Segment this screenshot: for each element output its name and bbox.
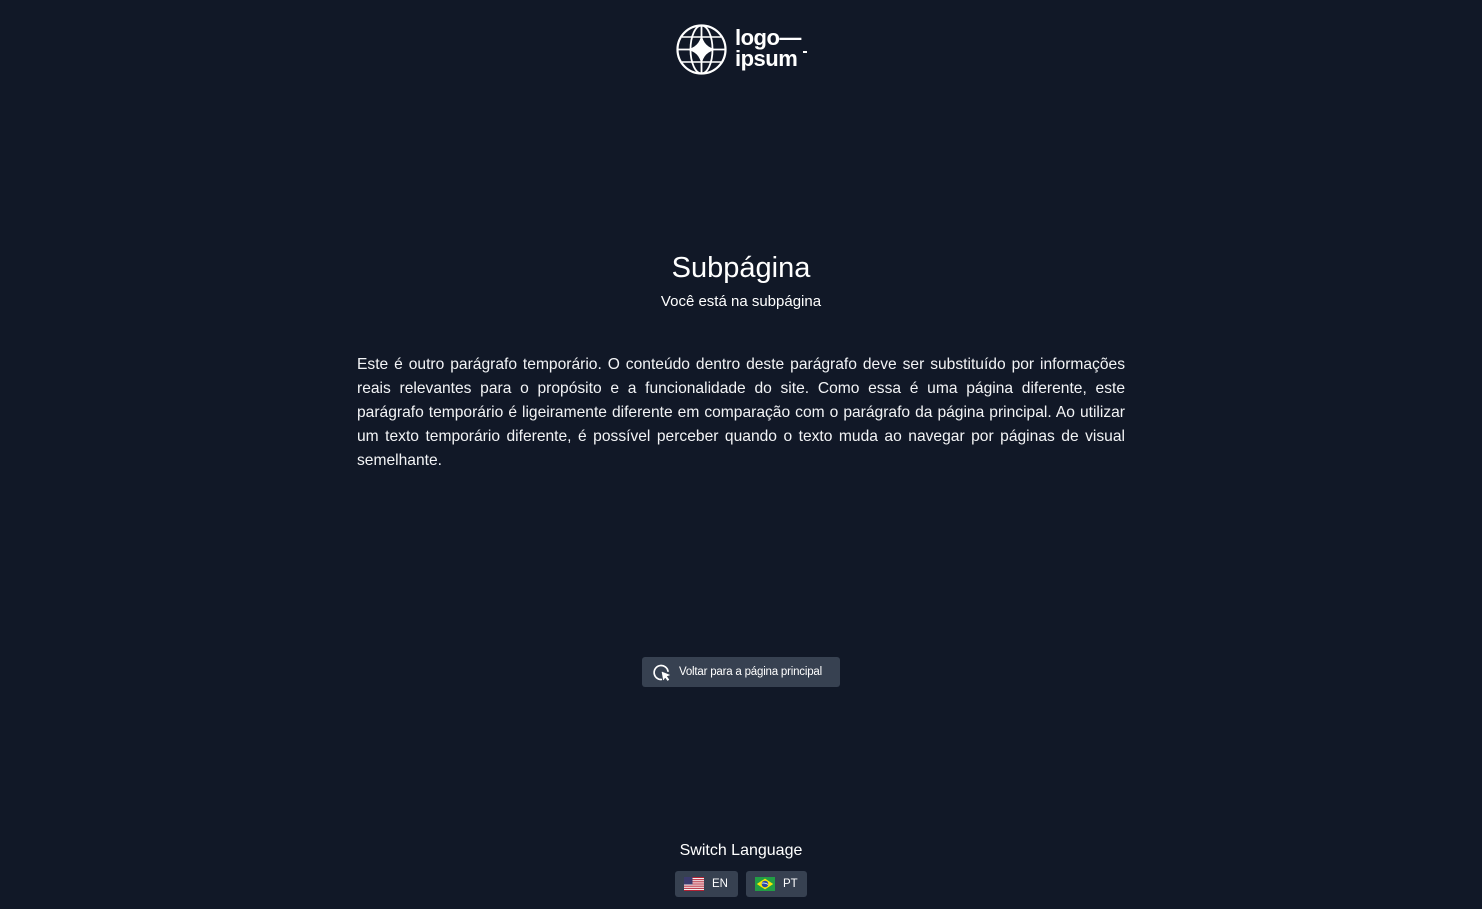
page: logo— ipsum Subpágina Você está na subpá… (0, 0, 1482, 909)
logo-line-2: ipsum (735, 46, 798, 71)
globe-star-icon (676, 23, 727, 75)
return-cursor-icon (652, 663, 671, 682)
logo[interactable]: logo— ipsum (676, 23, 807, 75)
logo-wordmark: logo— ipsum (735, 25, 807, 71)
back-button-label: Voltar para a página principal (679, 666, 822, 678)
language-button-en[interactable]: EN (675, 871, 738, 897)
logo-trademark-mark (802, 51, 807, 53)
page-title: Subpágina (671, 252, 811, 284)
body-paragraph: Este é outro parágrafo temporário. O con… (357, 356, 1125, 469)
language-button-pt[interactable]: PT (746, 871, 807, 897)
language-switcher: EN PT (675, 871, 807, 897)
us-flag-icon (684, 877, 704, 891)
language-code-pt: PT (783, 878, 798, 890)
brazil-flag-icon (755, 877, 775, 891)
logo-line-1: logo— (735, 25, 801, 50)
page-subtitle: Você está na subpágina (660, 293, 822, 310)
switch-language-heading: Switch Language (679, 842, 803, 859)
language-code-en: EN (712, 878, 728, 890)
back-to-home-button[interactable]: Voltar para a página principal (642, 657, 840, 687)
